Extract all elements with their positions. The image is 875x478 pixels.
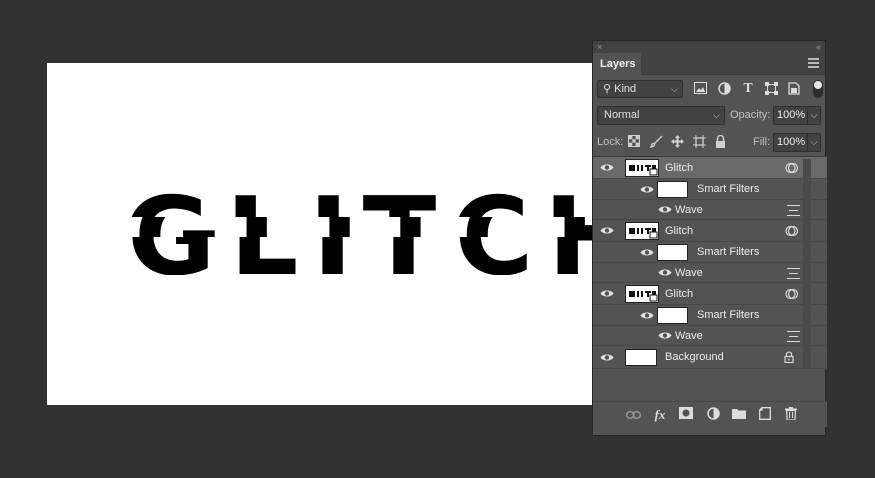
fill-field[interactable]: 100% ⌵: [773, 133, 821, 152]
search-icon: ⚲: [603, 83, 612, 95]
layers-bottom-toolbar: fx: [593, 401, 827, 427]
layer-name[interactable]: Smart Filters: [697, 309, 759, 321]
collapse-icon[interactable]: ‹‹: [816, 41, 821, 53]
visibility-eye-icon[interactable]: [599, 283, 615, 304]
layer-name[interactable]: Smart Filters: [697, 246, 759, 258]
filter-blending-options-icon[interactable]: [787, 268, 800, 279]
trash-icon[interactable]: [783, 407, 799, 423]
adjustment-layer-icon[interactable]: [705, 407, 721, 423]
opacity-field[interactable]: 100% ⌵: [773, 106, 821, 125]
lock-image-pixels-icon[interactable]: [649, 135, 663, 149]
kind-filter-select[interactable]: ⚲ Kind ⌵: [597, 80, 683, 98]
layer-name[interactable]: Glitch: [665, 225, 693, 237]
visibility-eye-icon[interactable]: [599, 220, 615, 241]
visibility-eye-icon[interactable]: [599, 157, 615, 178]
visibility-eye-icon[interactable]: [599, 346, 615, 368]
type-filter-icon[interactable]: T: [741, 82, 755, 96]
chevron-down-icon[interactable]: ⌵: [807, 134, 820, 151]
document-canvas[interactable]: GLITCHGLITCHGLITCH: [47, 63, 592, 405]
layers-list[interactable]: Glitch ▲ Smart Filters Wave: [593, 156, 827, 369]
layer-name[interactable]: Wave: [675, 204, 703, 216]
fill-label: Fill:: [753, 136, 771, 148]
lock-all-icon[interactable]: [713, 134, 727, 149]
visibility-eye-icon[interactable]: [657, 326, 673, 345]
link-layers-icon[interactable]: [625, 407, 641, 423]
opacity-value: 100%: [777, 109, 806, 121]
group-folder-icon[interactable]: [731, 407, 747, 423]
lock-position-icon[interactable]: [670, 135, 684, 149]
fill-value: 100%: [777, 136, 806, 148]
layers-panel: × ‹‹ Layers ⚲ Kind ⌵ T Normal ⌵ Opacity:…: [592, 40, 827, 436]
layers-scrollbar[interactable]: [803, 159, 811, 369]
visibility-eye-icon[interactable]: [657, 263, 673, 282]
layer-row-smart-filters-3[interactable]: Smart Filters: [593, 305, 827, 326]
smart-object-thumbnail: [625, 285, 659, 303]
smart-filter-badge-icon: [785, 288, 799, 302]
panel-menu-icon[interactable]: [808, 58, 819, 68]
blend-mode-select[interactable]: Normal ⌵: [597, 106, 725, 125]
layer-name[interactable]: Wave: [675, 330, 703, 342]
layer-row-glitch-1[interactable]: Glitch ▲: [593, 157, 827, 179]
kind-filter-label: Kind: [614, 83, 637, 95]
layer-row-smart-filters-1[interactable]: Smart Filters: [593, 179, 827, 200]
chevron-down-icon[interactable]: ⌵: [807, 107, 820, 124]
filter-blending-options-icon[interactable]: [787, 205, 800, 216]
filter-mask-thumbnail[interactable]: [657, 244, 688, 261]
layer-name[interactable]: Smart Filters: [697, 183, 759, 195]
layer-row-wave-1[interactable]: Wave: [593, 200, 827, 220]
layer-name[interactable]: Background: [665, 351, 724, 363]
chevron-down-icon: ⌵: [713, 110, 720, 120]
layer-row-wave-3[interactable]: Wave: [593, 326, 827, 346]
visibility-eye-icon[interactable]: [639, 179, 655, 199]
layer-name[interactable]: Glitch: [665, 162, 693, 174]
filter-blending-options-icon[interactable]: [787, 331, 800, 342]
filter-mask-thumbnail[interactable]: [657, 181, 688, 198]
adjustment-filter-icon[interactable]: [717, 82, 731, 96]
layer-filter-row: ⚲ Kind ⌵ T: [593, 78, 827, 100]
smart-filter-badge-icon: [785, 162, 799, 176]
layer-name[interactable]: Glitch: [665, 288, 693, 300]
filter-mask-thumbnail[interactable]: [657, 307, 688, 324]
panel-tab-bar: Layers: [593, 53, 825, 75]
layer-name[interactable]: Wave: [675, 267, 703, 279]
lock-label: Lock:: [597, 136, 624, 148]
layer-row-background[interactable]: Background: [593, 346, 827, 369]
smart-object-thumbnail: [625, 159, 659, 177]
opacity-label: Opacity:: [730, 109, 771, 121]
fx-icon[interactable]: fx: [652, 407, 668, 423]
shape-filter-icon[interactable]: [764, 82, 778, 96]
visibility-eye-icon[interactable]: [639, 242, 655, 262]
lock-row: Lock: Fill: 100% ⌵: [593, 131, 827, 153]
blend-row: Normal ⌵ Opacity: 100% ⌵: [593, 104, 827, 126]
smart-object-filter-icon[interactable]: [787, 82, 801, 96]
layer-row-smart-filters-2[interactable]: Smart Filters: [593, 242, 827, 263]
glitch-artwork: GLITCHGLITCHGLITCH: [123, 183, 592, 275]
lock-artboard-icon[interactable]: [692, 135, 706, 149]
chevron-down-icon: ⌵: [671, 84, 678, 94]
mask-icon[interactable]: [678, 407, 694, 423]
lock-transparent-pixels-icon[interactable]: [627, 135, 641, 149]
layer-row-glitch-2[interactable]: Glitch ▲: [593, 220, 827, 242]
background-thumbnail: [625, 349, 657, 366]
filter-toggle-switch[interactable]: [813, 80, 823, 98]
layer-row-glitch-3[interactable]: Glitch ▲: [593, 283, 827, 305]
lock-icon[interactable]: [784, 351, 794, 365]
smart-filter-badge-icon: [785, 225, 799, 239]
blend-mode-value: Normal: [604, 109, 640, 121]
panel-title-bar[interactable]: × ‹‹: [593, 41, 825, 53]
close-icon[interactable]: ×: [597, 41, 602, 53]
tab-layers[interactable]: Layers: [593, 53, 641, 75]
visibility-eye-icon[interactable]: [657, 200, 673, 219]
visibility-eye-icon[interactable]: [639, 305, 655, 325]
glitch-text: GLITCHGLITCHGLITCH: [123, 183, 592, 275]
new-layer-icon[interactable]: [757, 407, 773, 423]
layer-row-wave-2[interactable]: Wave: [593, 263, 827, 283]
image-filter-icon[interactable]: [693, 82, 707, 96]
smart-object-thumbnail: [625, 222, 659, 240]
